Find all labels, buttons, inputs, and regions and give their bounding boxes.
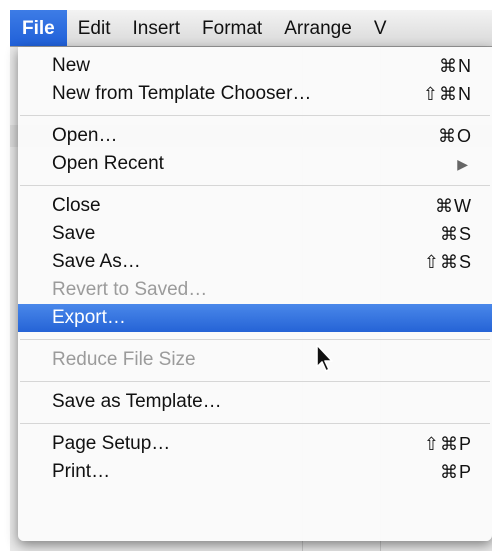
menu-bar: File Edit Insert Format Arrange V: [10, 10, 492, 47]
menu-item-label: Export…: [52, 307, 126, 328]
menu-item-label: Open Recent: [52, 153, 164, 174]
menu-item-label: Close: [52, 195, 101, 216]
file-menu-dropdown: New ⌘N New from Template Chooser… ⇧⌘N Op…: [18, 47, 492, 541]
menu-item-label: Save as Template…: [52, 391, 222, 412]
menu-item-label: Print…: [52, 461, 111, 482]
menu-item-close[interactable]: Close ⌘W: [18, 192, 492, 220]
menu-edit[interactable]: Edit: [67, 10, 122, 46]
menu-item-shortcut: ⌘N: [439, 56, 472, 76]
menu-item-label: Open…: [52, 125, 118, 146]
menu-item-shortcut: ⌘W: [435, 196, 472, 216]
menu-item-new-from-template[interactable]: New from Template Chooser… ⇧⌘N: [18, 80, 492, 108]
screenshot: File Edit Insert Format Arrange V New ⌘N…: [0, 0, 492, 551]
menu-separator: [18, 332, 492, 346]
menu-item-shortcut: ⇧⌘P: [423, 434, 472, 454]
menu-arrange[interactable]: Arrange: [273, 10, 363, 46]
arrow-cursor-icon: [316, 344, 333, 372]
menu-item-shortcut: ⌘P: [439, 462, 472, 482]
menu-view[interactable]: V: [363, 10, 398, 46]
menu-item-new[interactable]: New ⌘N: [18, 52, 492, 80]
menu-separator: [18, 416, 492, 430]
menu-item-print[interactable]: Print… ⌘P: [18, 458, 492, 486]
menu-item-label: New: [52, 55, 91, 76]
menu-item-label: Save As…: [52, 251, 141, 272]
menu-item-shortcut: ⌘S: [439, 224, 472, 244]
menu-item-label: New from Template Chooser…: [52, 83, 312, 104]
menu-item-save-as[interactable]: Save As… ⇧⌘S: [18, 248, 492, 276]
menu-item-label: Revert to Saved…: [52, 279, 208, 300]
menu-separator: [18, 374, 492, 388]
menu-item-shortcut: ⇧⌘S: [423, 252, 472, 272]
chevron-right-icon: ▶: [457, 156, 468, 172]
menu-item-open[interactable]: Open… ⌘O: [18, 122, 492, 150]
menu-item-revert-to-saved: Revert to Saved…: [18, 276, 492, 304]
menu-separator: [18, 108, 492, 122]
menu-item-shortcut: ⌘O: [437, 126, 472, 146]
menu-item-export[interactable]: Export…: [18, 304, 492, 332]
menu-item-shortcut: ⇧⌘N: [422, 84, 472, 104]
menu-file[interactable]: File: [10, 10, 67, 46]
menu-item-open-recent[interactable]: Open Recent ▶: [18, 150, 492, 178]
menu-separator: [18, 178, 492, 192]
menu-item-reduce-file-size: Reduce File Size: [18, 346, 492, 374]
menu-item-page-setup[interactable]: Page Setup… ⇧⌘P: [18, 430, 492, 458]
menu-item-label: Save: [52, 223, 96, 244]
menu-item-label: Page Setup…: [52, 433, 171, 454]
menu-item-label: Reduce File Size: [52, 349, 196, 370]
menu-insert[interactable]: Insert: [121, 10, 191, 46]
menu-format[interactable]: Format: [191, 10, 273, 46]
menu-item-save[interactable]: Save ⌘S: [18, 220, 492, 248]
menu-item-save-as-template[interactable]: Save as Template…: [18, 388, 492, 416]
